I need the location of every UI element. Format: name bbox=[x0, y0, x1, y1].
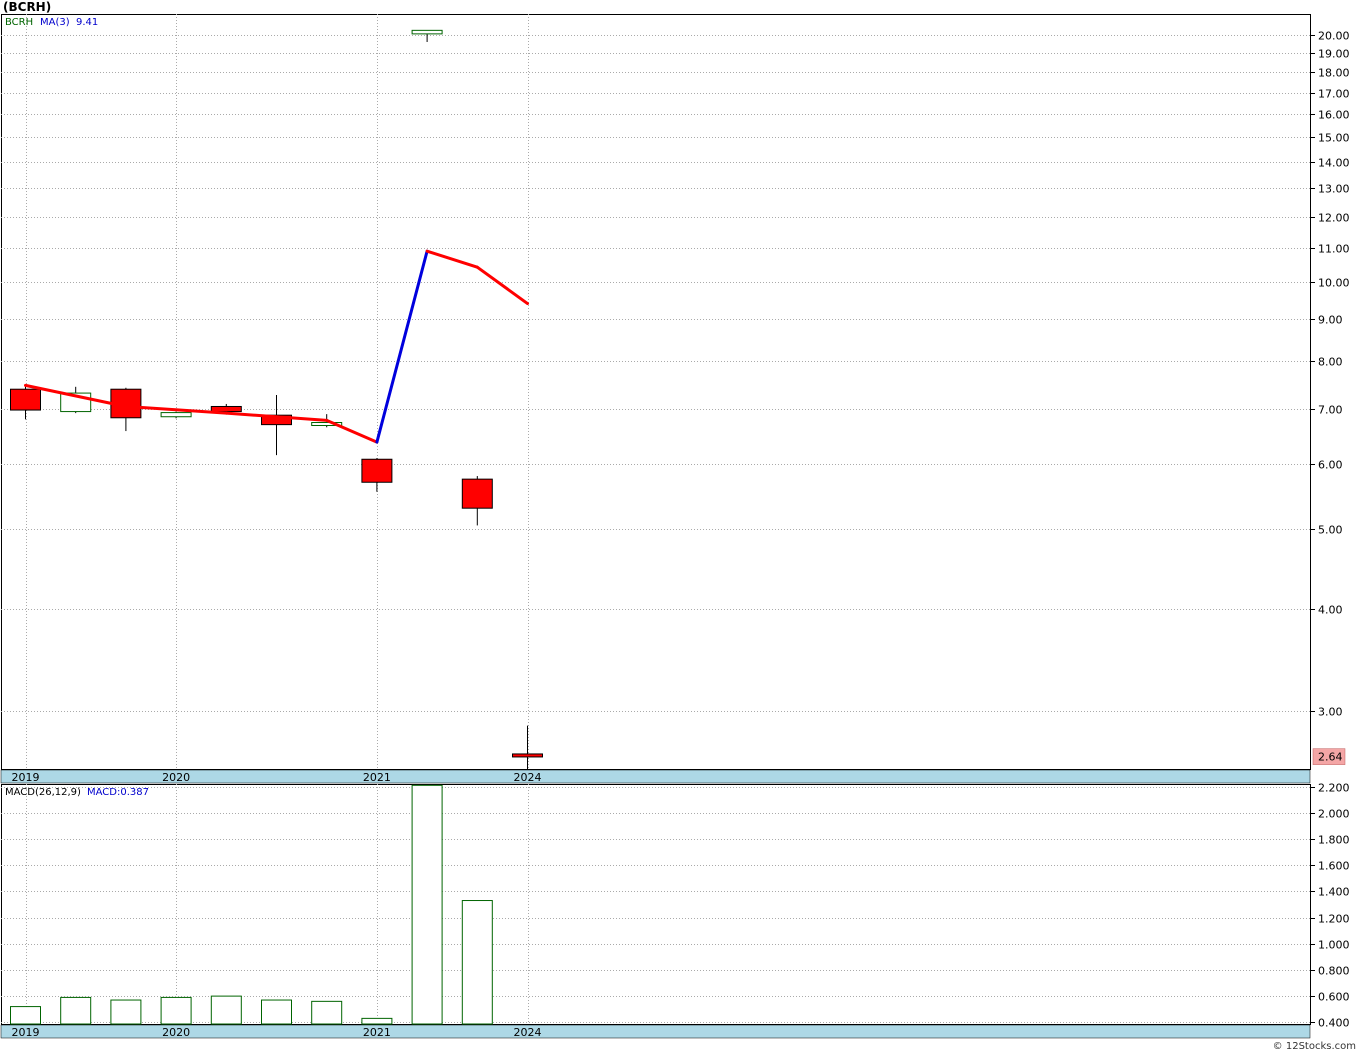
price-x-label: 2020 bbox=[162, 771, 190, 784]
price-x-label: 2019 bbox=[12, 771, 40, 784]
macd-tick-label: 1.800 bbox=[1318, 834, 1350, 847]
macd-tick-label: 1.200 bbox=[1318, 913, 1350, 926]
candle-up bbox=[160, 412, 192, 418]
macd-bar bbox=[461, 900, 493, 1025]
price-tick-label: 12.00 bbox=[1318, 212, 1350, 225]
candle-down bbox=[210, 405, 242, 413]
price-panel-frame bbox=[1, 14, 1311, 770]
macd-x-label: 2021 bbox=[363, 1026, 391, 1039]
macd-x-label: 2024 bbox=[514, 1026, 542, 1039]
candle-down bbox=[10, 388, 41, 411]
candle-up bbox=[411, 29, 443, 35]
price-tick-label: 18.00 bbox=[1318, 67, 1350, 80]
price-x-label: 2021 bbox=[363, 771, 391, 784]
candle-down bbox=[461, 478, 493, 509]
price-tick-label: 9.00 bbox=[1318, 314, 1343, 327]
macd-tick-label: 1.400 bbox=[1318, 886, 1350, 899]
macd-bar bbox=[10, 1006, 41, 1025]
price-x-axis-band bbox=[0, 769, 1311, 784]
macd-bar bbox=[311, 1000, 343, 1025]
chart-canvas: 20.00 19.00 18.00 17.00 16.00 15.00 14.00 13.00… bbox=[0, 14, 1350, 1039]
macd-tick-label: 0.600 bbox=[1318, 991, 1350, 1004]
price-tick-label: 13.00 bbox=[1318, 183, 1350, 196]
macd-bar bbox=[261, 999, 292, 1025]
macd-x-axis-band bbox=[0, 1024, 1311, 1039]
macd-bar bbox=[160, 996, 192, 1025]
candle-down bbox=[512, 753, 543, 758]
price-tick-label: 8.00 bbox=[1318, 356, 1343, 369]
price-tick-label: 4.00 bbox=[1318, 604, 1343, 617]
candle-down bbox=[361, 458, 393, 483]
price-tick-label: 14.00 bbox=[1318, 157, 1350, 170]
macd-bar bbox=[60, 996, 92, 1025]
price-tick-label: 16.00 bbox=[1318, 109, 1350, 122]
macd-tick-label: 1.600 bbox=[1318, 860, 1350, 873]
price-tick-label: 17.00 bbox=[1318, 88, 1350, 101]
macd-tick-label: 0.400 bbox=[1318, 1017, 1350, 1030]
credit-text: © 12Stocks.com bbox=[1272, 1041, 1356, 1052]
price-legend-value: 9.41 bbox=[76, 17, 98, 28]
macd-tick-label: 0.800 bbox=[1318, 965, 1350, 978]
macd-legend-value: MACD:0.387 bbox=[87, 787, 149, 798]
price-tick-label: 5.00 bbox=[1318, 524, 1343, 537]
macd-x-label: 2020 bbox=[162, 1026, 190, 1039]
macd-x-label: 2019 bbox=[12, 1026, 40, 1039]
price-tick-label: 3.00 bbox=[1318, 706, 1343, 719]
price-tick-label: 6.00 bbox=[1318, 459, 1343, 472]
macd-bar bbox=[210, 995, 242, 1025]
price-tick-label: 10.00 bbox=[1318, 277, 1350, 290]
price-tick-label: 15.00 bbox=[1318, 132, 1350, 145]
price-x-label: 2024 bbox=[514, 771, 542, 784]
macd-tick-label: 2.200 bbox=[1318, 782, 1350, 795]
price-tick-label: 7.00 bbox=[1318, 404, 1343, 417]
last-price-label: 2.64 bbox=[1318, 751, 1343, 764]
price-tick-label: 11.00 bbox=[1318, 243, 1350, 256]
macd-bar bbox=[110, 999, 142, 1025]
price-legend-symbol: BCRH bbox=[5, 17, 33, 28]
macd-panel-frame bbox=[1, 784, 1311, 1025]
macd-bar bbox=[361, 1017, 393, 1025]
macd-bar bbox=[411, 784, 443, 1025]
macd-legend-indicator: MACD(26,12,9) bbox=[5, 787, 81, 798]
price-tick-label: 20.00 bbox=[1318, 30, 1350, 43]
macd-tick-label: 1.000 bbox=[1318, 939, 1350, 952]
macd-tick-label: 2.000 bbox=[1318, 808, 1350, 821]
price-legend-indicator: MA(3) bbox=[40, 17, 70, 28]
price-tick-label: 19.00 bbox=[1318, 48, 1350, 61]
